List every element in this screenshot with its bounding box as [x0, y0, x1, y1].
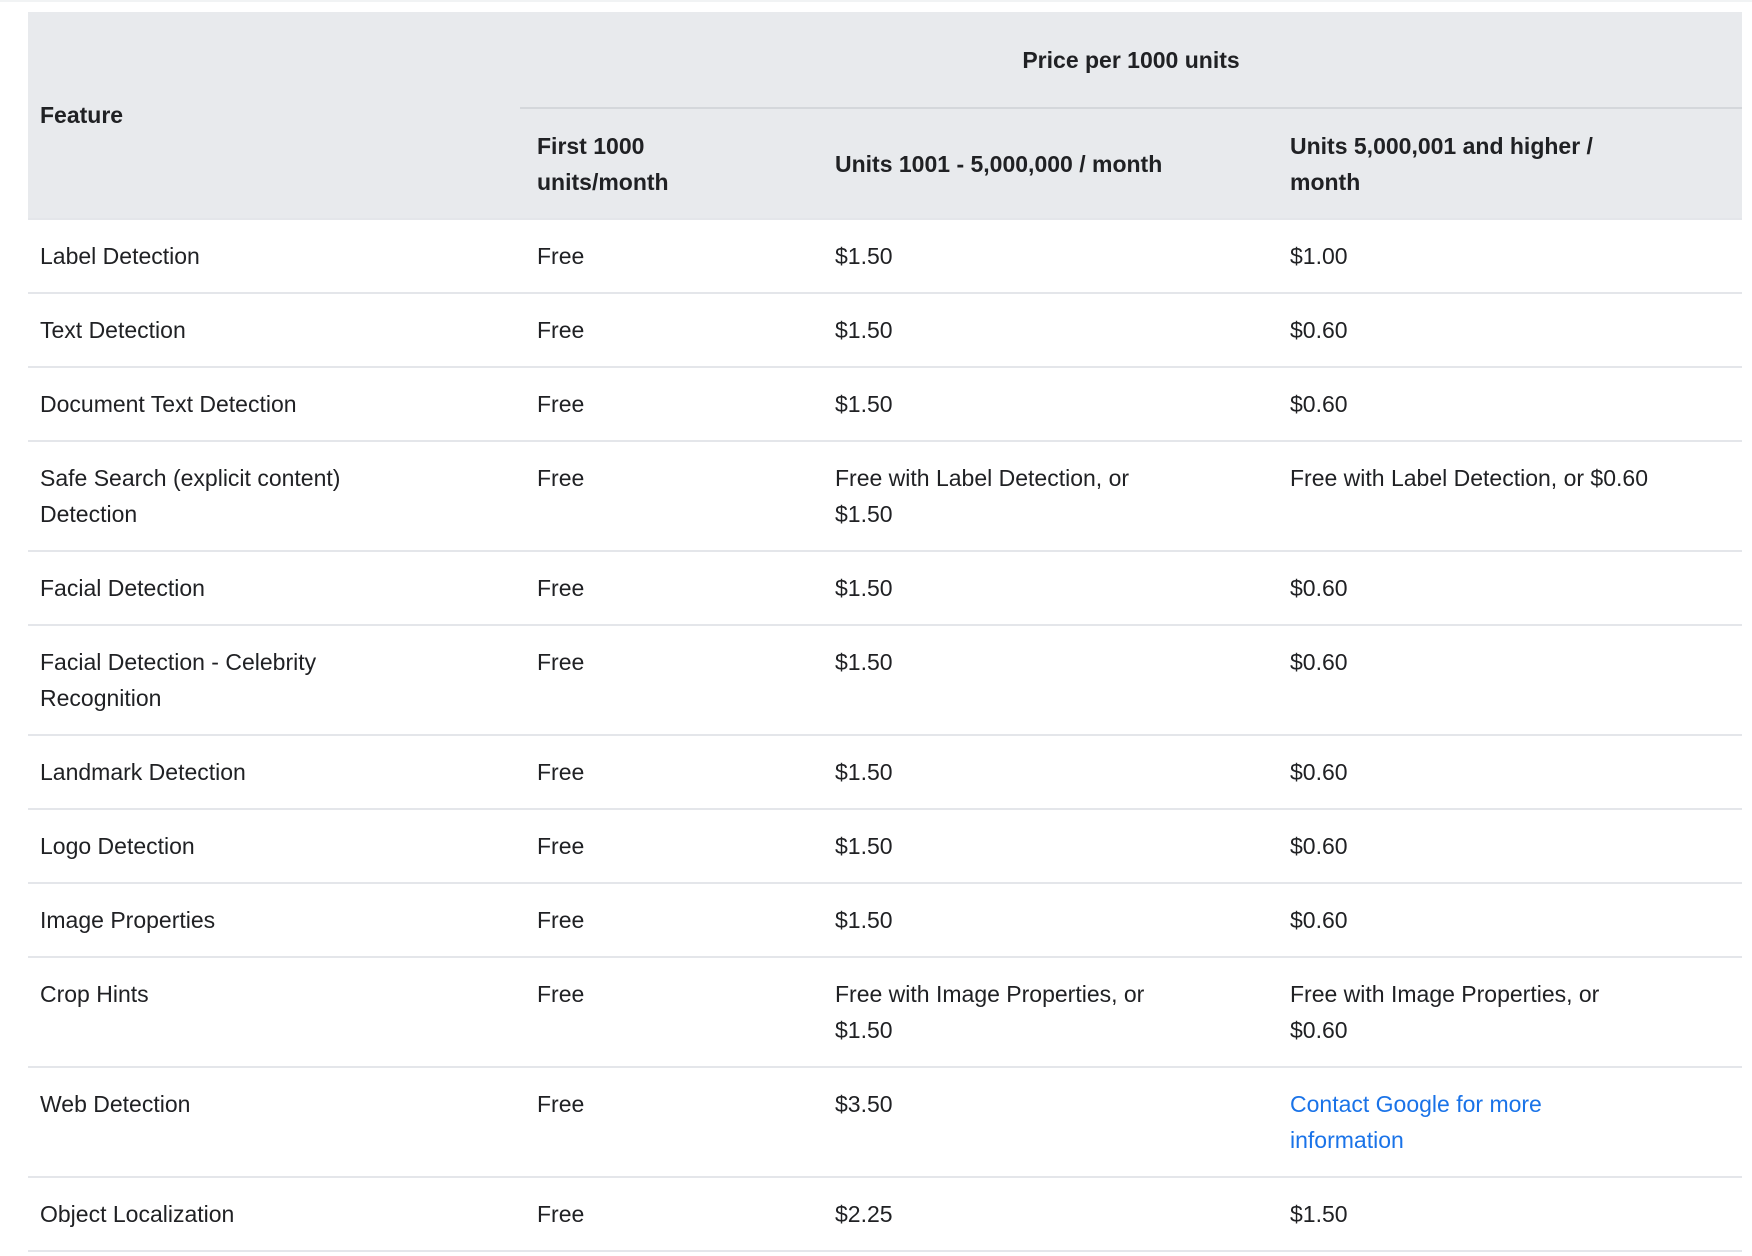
tier1-price-cell: Free	[520, 735, 818, 809]
table-row: Safe Search (explicit content) Detection…	[28, 441, 1742, 551]
tier2-price-cell: $1.50	[818, 551, 1273, 625]
tier3-price-cell: Free with Label Detection, or $0.60	[1273, 441, 1742, 551]
tier3-price-cell: $0.60	[1273, 551, 1742, 625]
table-row: Web Detection Free $3.50 Contact Google …	[28, 1067, 1742, 1177]
tier-header-high-volume: Units 5,000,001 and higher / month	[1273, 108, 1742, 219]
feature-cell: Logo Detection	[28, 809, 520, 883]
tier3-price-cell: Contact Google for more information	[1273, 1067, 1742, 1177]
pricing-table-head: Feature Price per 1000 units First 1000 …	[28, 12, 1742, 219]
feature-cell: Image Properties	[28, 883, 520, 957]
tier1-price-cell: Free	[520, 441, 818, 551]
tier2-price-cell: $1.50	[818, 367, 1273, 441]
feature-cell: Facial Detection	[28, 551, 520, 625]
table-row: Image Properties Free $1.50 $0.60	[28, 883, 1742, 957]
feature-cell: Text Detection	[28, 293, 520, 367]
tier2-price-cell: Free with Image Properties, or $1.50	[818, 957, 1273, 1067]
table-row: Facial Detection - Celebrity Recognition…	[28, 625, 1742, 735]
tier2-price-cell: $3.50	[818, 1067, 1273, 1177]
group-header-row: Feature Price per 1000 units	[28, 12, 1742, 108]
tier1-price-cell: Free	[520, 551, 818, 625]
feature-cell: Facial Detection - Celebrity Recognition	[28, 625, 520, 735]
tier2-price-cell: $1.50	[818, 625, 1273, 735]
tier1-price-cell: Free	[520, 293, 818, 367]
tier1-price-cell: Free	[520, 883, 818, 957]
tier3-price-cell: $1.00	[1273, 219, 1742, 293]
table-row: Object Localization Free $2.25 $1.50	[28, 1177, 1742, 1251]
tier3-price-cell: $0.60	[1273, 367, 1742, 441]
tier3-price-cell: $0.60	[1273, 293, 1742, 367]
tier1-price-cell: Free	[520, 625, 818, 735]
tier3-price-cell: $0.60	[1273, 809, 1742, 883]
table-row: Crop Hints Free Free with Image Properti…	[28, 957, 1742, 1067]
table-row: Landmark Detection Free $1.50 $0.60	[28, 735, 1742, 809]
tier2-price-cell: $1.50	[818, 219, 1273, 293]
tier1-price-cell: Free	[520, 1067, 818, 1177]
price-group-header: Price per 1000 units	[520, 12, 1742, 108]
feature-cell: Web Detection	[28, 1067, 520, 1177]
table-row: Document Text Detection Free $1.50 $0.60	[28, 367, 1742, 441]
tier-header-mid-volume: Units 1001 - 5,000,000 / month	[818, 108, 1273, 219]
pricing-table: Feature Price per 1000 units First 1000 …	[28, 12, 1742, 1252]
feature-cell: Label Detection	[28, 219, 520, 293]
tier2-price-cell: $2.25	[818, 1177, 1273, 1251]
table-row: Text Detection Free $1.50 $0.60	[28, 293, 1742, 367]
tier2-price-cell: $1.50	[818, 809, 1273, 883]
feature-cell: Document Text Detection	[28, 367, 520, 441]
tier3-price-cell: Free with Image Properties, or $0.60	[1273, 957, 1742, 1067]
table-row: Logo Detection Free $1.50 $0.60	[28, 809, 1742, 883]
tier2-price-cell: $1.50	[818, 735, 1273, 809]
pricing-table-body: Label Detection Free $1.50 $1.00 Text De…	[28, 219, 1742, 1251]
feature-cell: Crop Hints	[28, 957, 520, 1067]
table-row: Label Detection Free $1.50 $1.00	[28, 219, 1742, 293]
tier1-price-cell: Free	[520, 1177, 818, 1251]
tier2-price-cell: $1.50	[818, 883, 1273, 957]
tier3-price-cell: $1.50	[1273, 1177, 1742, 1251]
feature-column-header: Feature	[28, 12, 520, 219]
tier2-price-cell: $1.50	[818, 293, 1273, 367]
tier1-price-cell: Free	[520, 809, 818, 883]
tier3-price-cell: $0.60	[1273, 625, 1742, 735]
page-top-rule	[0, 0, 1752, 2]
pricing-table-container: Feature Price per 1000 units First 1000 …	[28, 12, 1742, 1252]
contact-google-link[interactable]: Contact Google for more information	[1290, 1091, 1542, 1153]
tier2-price-cell: Free with Label Detection, or $1.50	[818, 441, 1273, 551]
table-row: Facial Detection Free $1.50 $0.60	[28, 551, 1742, 625]
tier1-price-cell: Free	[520, 367, 818, 441]
tier-header-first-1000: First 1000 units/month	[520, 108, 818, 219]
tier1-price-cell: Free	[520, 219, 818, 293]
feature-cell: Safe Search (explicit content) Detection	[28, 441, 520, 551]
tier3-price-cell: $0.60	[1273, 735, 1742, 809]
tier1-price-cell: Free	[520, 957, 818, 1067]
feature-cell: Landmark Detection	[28, 735, 520, 809]
feature-cell: Object Localization	[28, 1177, 520, 1251]
tier3-price-cell: $0.60	[1273, 883, 1742, 957]
